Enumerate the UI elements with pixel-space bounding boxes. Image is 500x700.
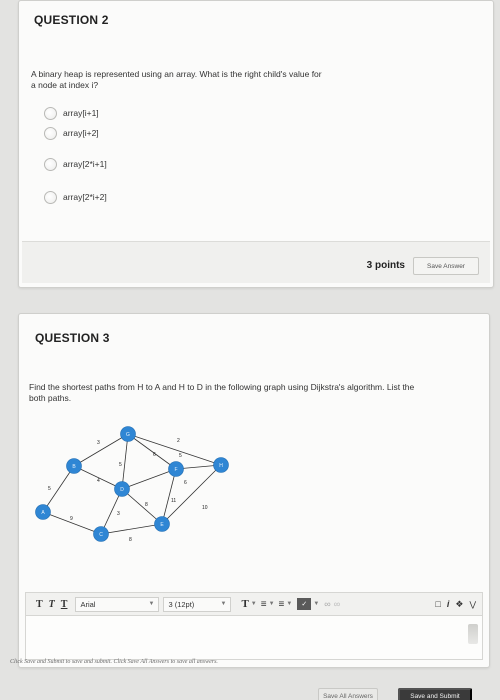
- bold-button[interactable]: T: [36, 599, 43, 610]
- option-array-i-plus-1[interactable]: array[i+1]: [44, 105, 99, 121]
- question-2-text-line1: A binary heap is represented using an ar…: [31, 69, 322, 79]
- save-all-answers-button[interactable]: Save All Answers: [318, 688, 378, 700]
- footer-instructions: Click Save and Submit to save and submit…: [10, 659, 218, 665]
- chevron-down-icon[interactable]: ▼: [313, 601, 319, 607]
- text-color-button[interactable]: T: [241, 598, 248, 610]
- edge-weight-label: 2: [177, 438, 180, 444]
- spellcheck-icon[interactable]: ✓: [297, 598, 312, 610]
- option-array-2i-plus-2[interactable]: array[2*i+2]: [44, 189, 107, 205]
- font-size-select[interactable]: 3 (12pt) ▼: [163, 596, 232, 612]
- question-3-text-line2: both paths.: [29, 393, 72, 403]
- edge-f-e: [161, 468, 177, 525]
- graph-nodes: A B C D E F G H: [35, 426, 229, 542]
- radio-button[interactable]: [44, 126, 57, 140]
- points-label: 3 points: [366, 260, 405, 271]
- edge-weight-label: 10: [202, 505, 208, 511]
- question-2-card: QUESTION 2 A binary heap is represented …: [18, 0, 494, 288]
- edge-weight-label: 6: [184, 480, 187, 486]
- collapse-toolbar-icon[interactable]: ⋁: [469, 600, 476, 609]
- option-label: array[i+1]: [63, 108, 99, 118]
- save-and-submit-button[interactable]: Save and Submit: [398, 688, 472, 700]
- edge-weight-label: 5: [179, 453, 182, 459]
- font-family-value: Arial: [80, 599, 96, 609]
- option-array-i-plus-2[interactable]: array[i+2]: [44, 125, 99, 141]
- option-label: array[2*i+2]: [63, 192, 107, 202]
- font-family-select[interactable]: Arial ▼: [75, 596, 160, 612]
- edge-d-e: [121, 488, 163, 525]
- editor-resize-handle[interactable]: [468, 624, 478, 644]
- node-c-label: C: [99, 532, 103, 538]
- option-label: array[i+2]: [63, 128, 99, 138]
- radio-button[interactable]: [44, 157, 57, 171]
- edge-d-f: [121, 468, 177, 490]
- question-2-title: QUESTION 2: [34, 13, 109, 27]
- edge-g-f: [127, 433, 177, 470]
- preview-icon[interactable]: □: [435, 599, 440, 609]
- edge-weight-label: 3: [117, 511, 120, 517]
- rich-text-toolbar: T T T Arial ▼ 3 (12pt) ▼ T ▼ ≡ ▼ ≡ ▼ ✓ ▼…: [25, 592, 483, 616]
- option-array-2i-plus-1[interactable]: array[2*i+1]: [44, 156, 107, 172]
- question-2-text-line2: a node at index i?: [31, 80, 99, 90]
- edge-weight-label: 9: [70, 516, 73, 522]
- radio-button[interactable]: [44, 190, 57, 204]
- edge-weight-label: 5: [48, 486, 51, 492]
- edge-weight-label: 3: [97, 440, 100, 446]
- edge-g-h: [127, 433, 222, 466]
- edge-weight-label: 8: [129, 537, 132, 543]
- answer-text-editor[interactable]: [25, 616, 483, 660]
- underline-button[interactable]: T: [61, 599, 68, 610]
- italic-button[interactable]: T: [49, 599, 55, 610]
- question-3-title: QUESTION 3: [35, 331, 110, 345]
- option-label: array[2*i+1]: [63, 159, 107, 169]
- edge-c-e: [100, 523, 163, 535]
- question-3-card: QUESTION 3 Find the shortest paths from …: [18, 313, 490, 668]
- edge-weight-label: 6: [153, 452, 156, 458]
- node-g-label: G: [126, 432, 130, 438]
- link-icon[interactable]: ∞: [324, 599, 330, 609]
- node-d-label: D: [120, 487, 124, 493]
- unlink-icon[interactable]: ∞: [334, 599, 340, 609]
- info-icon[interactable]: i: [447, 599, 450, 609]
- radio-button[interactable]: [44, 106, 57, 120]
- chevron-down-icon[interactable]: ▼: [269, 601, 275, 607]
- bullet-list-icon[interactable]: ≡: [261, 599, 267, 610]
- font-size-value: 3 (12pt): [168, 599, 195, 609]
- node-f-label: F: [174, 467, 177, 473]
- edge-g-d: [121, 433, 129, 490]
- chevron-down-icon[interactable]: ▼: [286, 601, 292, 607]
- fullscreen-icon[interactable]: ❖: [455, 599, 463, 610]
- chevron-down-icon: ▼: [148, 601, 155, 607]
- chevron-down-icon: ▼: [220, 601, 227, 607]
- weighted-graph-diagram: 3 2 6 5 5 4 5 6 8 11 10 3 9 8 A B C D E: [35, 426, 229, 543]
- edge-weight-label: 5: [119, 462, 122, 468]
- node-h-label: H: [219, 463, 223, 469]
- numbered-list-icon[interactable]: ≡: [279, 599, 285, 610]
- save-answer-button[interactable]: Save Answer: [413, 257, 479, 275]
- edge-weight-label: 4: [97, 478, 100, 484]
- edge-weight-label: 8: [145, 502, 148, 508]
- edge-weight-label: 11: [171, 498, 176, 504]
- chevron-down-icon[interactable]: ▼: [251, 601, 257, 607]
- question-3-text-line1: Find the shortest paths from H to A and …: [29, 382, 415, 392]
